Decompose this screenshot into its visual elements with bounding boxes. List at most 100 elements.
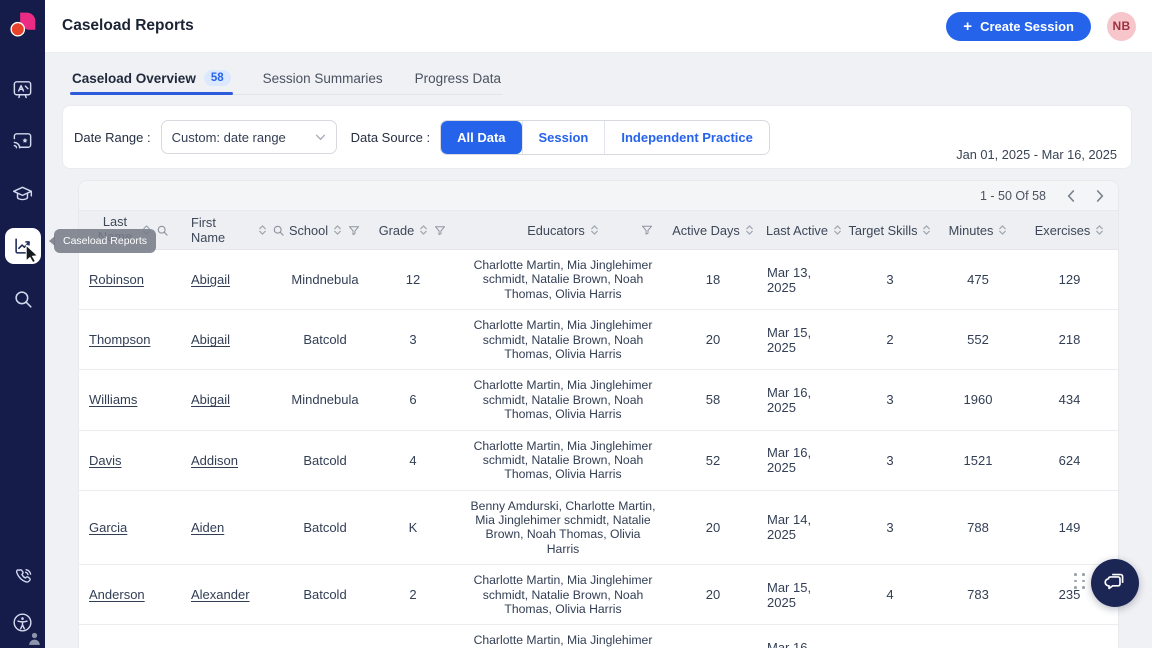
filter-icon[interactable] [347,224,361,237]
first_name-link[interactable]: Addison [191,453,238,468]
search-icon[interactable] [11,287,34,310]
column-header-school[interactable]: School [287,211,363,249]
cell-minutes: 788 [935,491,1021,565]
filter-bar: Date Range : Custom: date range Data Sou… [62,105,1132,169]
date-range-value: Custom: date range [172,130,286,145]
cell-last_name: Thompson [79,310,183,369]
data-source-toggle: All DataSessionIndependent Practice [440,120,770,155]
last_name-link[interactable]: Thompson [89,332,150,347]
tab-session-summaries[interactable]: Session Summaries [261,59,385,94]
cell-exercises: 434 [1021,370,1118,429]
tab-progress-data[interactable]: Progress Data [413,59,503,94]
filter-icon[interactable] [640,224,654,237]
caseload-reports-icon[interactable] [5,228,41,264]
education-cap-icon[interactable] [11,182,34,205]
cell-last_name: Davis [79,431,183,490]
user-avatar[interactable]: NB [1107,12,1136,41]
column-header-active_days[interactable]: Active Days [663,211,763,249]
sort-icon[interactable] [333,224,342,236]
cell-educators: Charlotte Martin, Mia Jinglehimer schmid… [463,250,663,309]
cell-exercises: 624 [1021,431,1118,490]
cell-target_skills: 3 [845,491,935,565]
caseload-table-card: 1 - 50 Of 58 Last NameFirst NameSchoolGr… [78,180,1119,648]
first_name-link[interactable]: Abigail [191,332,230,347]
last_name-link[interactable]: Williams [89,392,137,407]
data-source-session[interactable]: Session [522,121,605,154]
sort-icon[interactable] [419,224,428,236]
educators-text: Charlotte Martin, Mia Jinglehimer schmid… [468,439,658,482]
column-header-target_skills[interactable]: Target Skills [845,211,935,249]
sort-icon[interactable] [590,224,599,236]
column-header-first_name[interactable]: First Name [183,211,287,249]
last_name-link[interactable]: Garcia [89,520,127,535]
chat-bubbles-icon [1103,568,1128,598]
next-page-icon[interactable] [1096,190,1104,202]
date-range-select[interactable]: Custom: date range [161,120,337,154]
educators-text: Charlotte Martin, Mia Jinglehimer schmid… [468,378,658,421]
sort-icon[interactable] [258,224,267,236]
table-row: GarciaAidenBatcoldKBenny Amdurski, Charl… [79,491,1118,566]
first_name-link[interactable]: Alexander [191,587,250,602]
create-session-button[interactable]: + Create Session [946,12,1091,41]
chat-button[interactable] [1091,559,1139,607]
cell-minutes: 475 [935,250,1021,309]
cell-grade: 4 [363,431,463,490]
table-row: DavisAddisonBatcold4Charlotte Martin, Mi… [79,431,1118,491]
first_name-link[interactable]: Abigail [191,392,230,407]
educators-text: Charlotte Martin, Mia Jinglehimer schmid… [468,573,658,616]
search-icon[interactable] [272,224,285,237]
column-header-last_active[interactable]: Last Active [763,211,845,249]
sort-icon[interactable] [998,224,1007,236]
column-header-grade[interactable]: Grade [363,211,463,249]
screencast-icon[interactable] [11,130,34,153]
search-icon[interactable] [156,224,169,237]
educators-text: Charlotte Martin, Mia Jinglehimer schmid… [468,258,658,301]
cell-last_active: Mar 15, 2025 [763,565,845,624]
whiteboard-icon[interactable] [11,78,34,101]
last_name-link[interactable]: Davis [89,453,122,468]
cell-active_days: 20 [663,565,763,624]
cell-last_active: Mar 14, 2025 [763,491,845,565]
sort-icon[interactable] [922,224,931,236]
cell-last_active: Mar 16, 2025 [763,370,845,429]
cell-last_active: Mar 15, 2025 [763,310,845,369]
mini-user-avatar [27,631,42,648]
prev-page-icon[interactable] [1067,190,1075,202]
main-area: Caseload Reports + Create Session NB Cas… [45,0,1152,648]
selected-date-range: Jan 01, 2025 - Mar 16, 2025 [956,147,1117,162]
chevron-down-icon [315,134,326,141]
app-logo[interactable] [4,5,42,48]
cell-last_name: Anderson [79,565,183,624]
cell-minutes: 783 [935,565,1021,624]
first_name-link[interactable]: Abigail [191,272,230,287]
filter-icon[interactable] [433,224,447,237]
sort-icon[interactable] [1095,224,1104,236]
data-source-all-data[interactable]: All Data [441,121,521,154]
last_name-link[interactable]: Anderson [89,587,145,602]
drag-handle[interactable] [1074,573,1086,589]
last_name-link[interactable]: Robinson [89,272,144,287]
pagination-text: 1 - 50 Of 58 [980,189,1046,203]
cell-first_name: Andrew [183,625,287,648]
cell-exercises: 129 [1021,250,1118,309]
data-source-independent-practice[interactable]: Independent Practice [604,121,768,154]
column-label: Exercises [1035,223,1090,238]
table-row: WilliamsAbigailMindnebula6Charlotte Mart… [79,370,1118,430]
table-body: RobinsonAbigailMindnebula12Charlotte Mar… [79,250,1118,648]
cell-educators: Charlotte Martin, Mia Jinglehimer schmid… [463,565,663,624]
sort-icon[interactable] [745,224,754,236]
cell-target_skills: 3 [845,370,935,429]
tab-caseload-overview[interactable]: Caseload Overview58 [70,59,233,94]
column-header-educators[interactable]: Educators [463,211,663,249]
cell-first_name: Abigail [183,310,287,369]
column-header-minutes[interactable]: Minutes [935,211,1021,249]
educators-text: Charlotte Martin, Mia Jinglehimer schmid… [468,633,658,648]
support-phone-icon[interactable] [11,565,34,588]
sort-icon[interactable] [833,224,842,236]
cell-target_skills: 3 [845,431,935,490]
cell-last_name: Robinson [79,250,183,309]
column-header-exercises[interactable]: Exercises [1021,211,1118,249]
content-area: Caseload Overview58 Session Summaries Prog… [45,53,1152,648]
cell-minutes: 539 [935,625,1021,648]
first_name-link[interactable]: Aiden [191,520,224,535]
